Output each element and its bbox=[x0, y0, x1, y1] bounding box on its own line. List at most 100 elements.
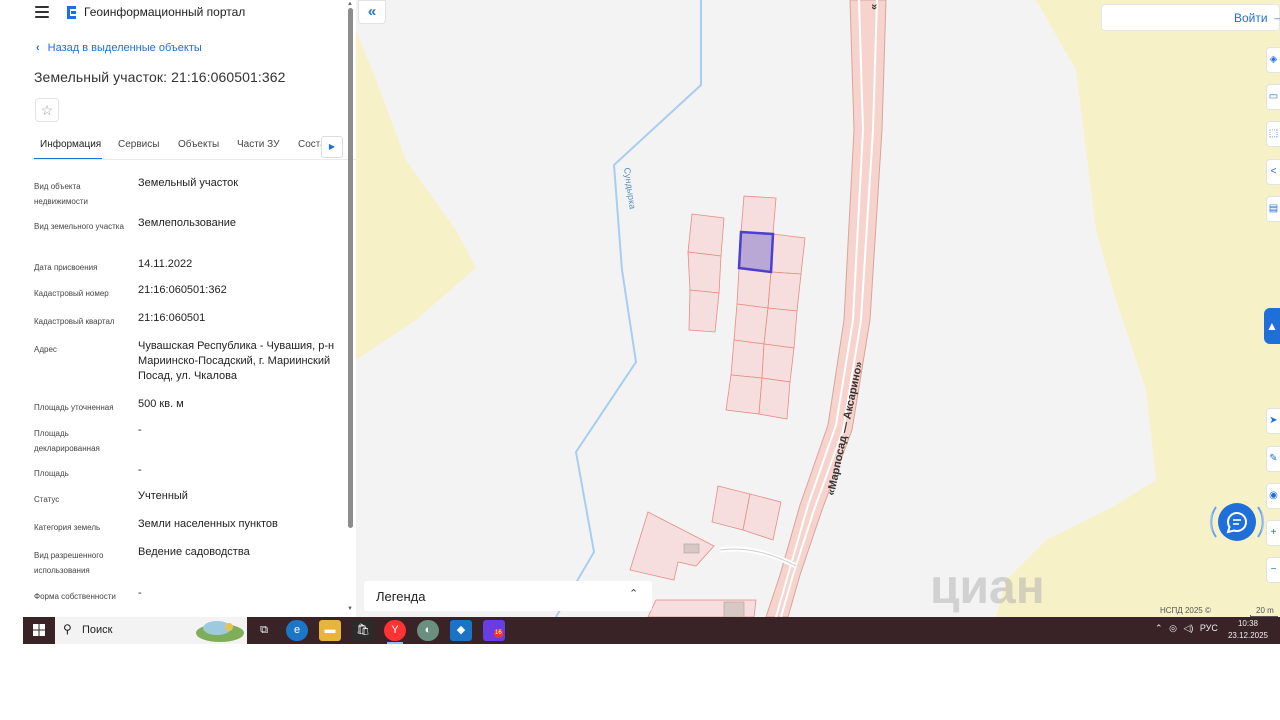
info-value: - bbox=[138, 587, 142, 599]
map-canvas[interactable]: Сундырка «Марпосад — Аксарино» « bbox=[356, 0, 1280, 617]
system-tray[interactable]: ⌃ ◎ ◁) РУС bbox=[1155, 623, 1218, 634]
info-label: Площадь декларированная bbox=[34, 429, 100, 453]
search-label[interactable]: Поиск bbox=[82, 624, 112, 636]
parcel[interactable] bbox=[767, 271, 802, 312]
parcel[interactable] bbox=[740, 195, 777, 235]
panel-scrollbar[interactable]: ▲ ▼ bbox=[347, 1, 354, 616]
parcel[interactable] bbox=[758, 377, 791, 420]
info-label: Адрес bbox=[34, 345, 57, 354]
login-label[interactable]: Войти bbox=[1234, 11, 1268, 25]
scroll-down-icon[interactable]: ▼ bbox=[347, 606, 353, 612]
parcel[interactable] bbox=[687, 251, 722, 294]
legend-panel[interactable]: Легенда ⌃ bbox=[364, 581, 652, 611]
search-highlight-icon bbox=[196, 621, 244, 642]
menu-icon[interactable] bbox=[35, 6, 49, 18]
share-icon[interactable]: < bbox=[1266, 159, 1280, 185]
ruler-icon[interactable]: ▭ bbox=[1266, 84, 1280, 110]
tools-panel-icon[interactable]: ▲ bbox=[1264, 308, 1280, 344]
star-icon[interactable]: ☆ bbox=[35, 98, 59, 122]
layers-icon[interactable]: ◈ bbox=[1266, 47, 1280, 73]
info-label: Статус bbox=[34, 495, 60, 504]
collapse-panel-button[interactable]: « bbox=[358, 0, 386, 24]
app-icon[interactable]: ◆ bbox=[450, 620, 472, 641]
login-button[interactable]: Войти → bbox=[1101, 4, 1280, 31]
edge-browser-icon[interactable]: e bbox=[286, 620, 308, 641]
road-label-top: « bbox=[868, 4, 880, 11]
info-value: 14.11.2022 bbox=[138, 258, 193, 270]
chevron-up-icon[interactable]: ⌃ bbox=[1155, 623, 1163, 633]
info-label: Площадь bbox=[34, 469, 69, 478]
info-value: Чувашская Республика - Чувашия, р-н Мари… bbox=[138, 340, 335, 382]
field-area-left bbox=[356, 30, 476, 360]
info-panel: Геоинформационный портал ‹ Назад в выделе… bbox=[22, 0, 356, 617]
app-title: Геоинформационный портал bbox=[84, 5, 246, 19]
info-value: - bbox=[138, 464, 142, 476]
clock[interactable]: 10:38 23.12.2025 bbox=[1227, 618, 1269, 642]
chat-button[interactable] bbox=[1208, 493, 1266, 551]
selected-parcel[interactable] bbox=[737, 230, 775, 274]
windows-start-icon[interactable] bbox=[23, 617, 55, 644]
taskbar: ⚲ Поиск ⧉ e ▬ 🛍 Y ◐ ◆ 16 ⌃ ◎ ◁) РУС 10:3… bbox=[23, 617, 1280, 644]
info-value: - bbox=[138, 424, 142, 436]
map-view[interactable]: Сундырка «Марпосад — Аксарино» « bbox=[356, 0, 1280, 617]
chevron-up-down-icon[interactable]: ⌃ bbox=[629, 587, 638, 600]
scroll-up-icon[interactable]: ▲ bbox=[347, 1, 353, 7]
tab-bar: Информация Сервисы Объекты Части ЗУ Сост… bbox=[34, 136, 356, 160]
info-value: 500 кв. м bbox=[138, 398, 184, 410]
parcel-group[interactable] bbox=[629, 195, 806, 617]
info-value: 21:16:060501:362 bbox=[138, 284, 227, 296]
network-icon[interactable]: ◎ bbox=[1169, 623, 1177, 633]
edit-icon[interactable]: ✎ bbox=[1266, 446, 1280, 472]
zoom-in-icon[interactable]: + bbox=[1266, 520, 1280, 546]
volume-icon[interactable]: ◁) bbox=[1183, 623, 1193, 633]
search-icon: ⚲ bbox=[63, 622, 72, 636]
chevron-right-icon[interactable]: ▶ bbox=[321, 136, 343, 158]
location-pin-icon[interactable]: ◉ bbox=[1266, 483, 1280, 509]
info-value: 21:16:060501 bbox=[138, 312, 206, 324]
tab-services[interactable]: Сервисы bbox=[118, 139, 159, 150]
back-label[interactable]: Назад в выделенные объекты bbox=[48, 42, 202, 54]
info-label: Вид объекта недвижимости bbox=[34, 182, 88, 206]
task-view-icon[interactable]: ⧉ bbox=[253, 620, 275, 641]
tab-objects[interactable]: Объекты bbox=[178, 139, 219, 150]
file-explorer-icon[interactable]: ▬ bbox=[319, 620, 341, 641]
parcel[interactable] bbox=[733, 303, 769, 345]
river-label: Сундырка bbox=[622, 167, 638, 210]
store-icon[interactable]: 🛍 bbox=[352, 620, 374, 641]
yandex-browser-icon[interactable]: Y bbox=[384, 620, 406, 644]
parcel[interactable] bbox=[730, 339, 765, 379]
info-label: Кадастровый квартал bbox=[34, 317, 115, 326]
login-arrow-icon: → bbox=[1272, 9, 1280, 24]
parcel[interactable] bbox=[770, 233, 806, 275]
parcel[interactable] bbox=[736, 267, 772, 309]
info-label: Дата присвоения bbox=[34, 263, 98, 272]
print-icon[interactable]: ▤ bbox=[1266, 196, 1280, 222]
taskbar-search[interactable]: ⚲ Поиск bbox=[55, 617, 247, 644]
parcel[interactable] bbox=[629, 511, 715, 581]
parcel[interactable] bbox=[761, 343, 795, 383]
info-label: Вид земельного участка bbox=[34, 222, 124, 231]
notification-badge: 16 bbox=[494, 629, 503, 638]
select-area-icon[interactable]: ⬚ bbox=[1266, 121, 1280, 147]
screen: Сундырка «Марпосад — Аксарино» « « Войти… bbox=[0, 0, 1280, 720]
tab-info[interactable]: Информация bbox=[40, 139, 101, 150]
parcel[interactable] bbox=[742, 493, 782, 541]
messenger-icon[interactable]: 16 bbox=[483, 620, 505, 641]
building bbox=[683, 543, 700, 554]
clock-time: 10:38 bbox=[1237, 619, 1259, 628]
attribution: НСПД 2025 © bbox=[1160, 606, 1211, 615]
building bbox=[723, 601, 745, 617]
parcel[interactable] bbox=[763, 307, 798, 349]
legend-label[interactable]: Легенда bbox=[376, 589, 425, 604]
parcel[interactable] bbox=[688, 289, 720, 333]
parcel[interactable] bbox=[725, 374, 763, 415]
language-indicator[interactable]: РУС bbox=[1200, 623, 1218, 633]
geolocation-icon[interactable]: ➤ bbox=[1266, 408, 1280, 434]
parcel[interactable] bbox=[687, 213, 725, 257]
app-icon[interactable]: ◐ bbox=[417, 620, 439, 641]
tab-land-parts[interactable]: Части ЗУ bbox=[237, 139, 279, 150]
zoom-out-icon[interactable]: − bbox=[1266, 557, 1280, 583]
back-link[interactable]: ‹ Назад в выделенные объекты bbox=[36, 42, 202, 54]
scrollbar-thumb[interactable] bbox=[348, 8, 353, 528]
scale-label: 20 m bbox=[1256, 606, 1274, 615]
